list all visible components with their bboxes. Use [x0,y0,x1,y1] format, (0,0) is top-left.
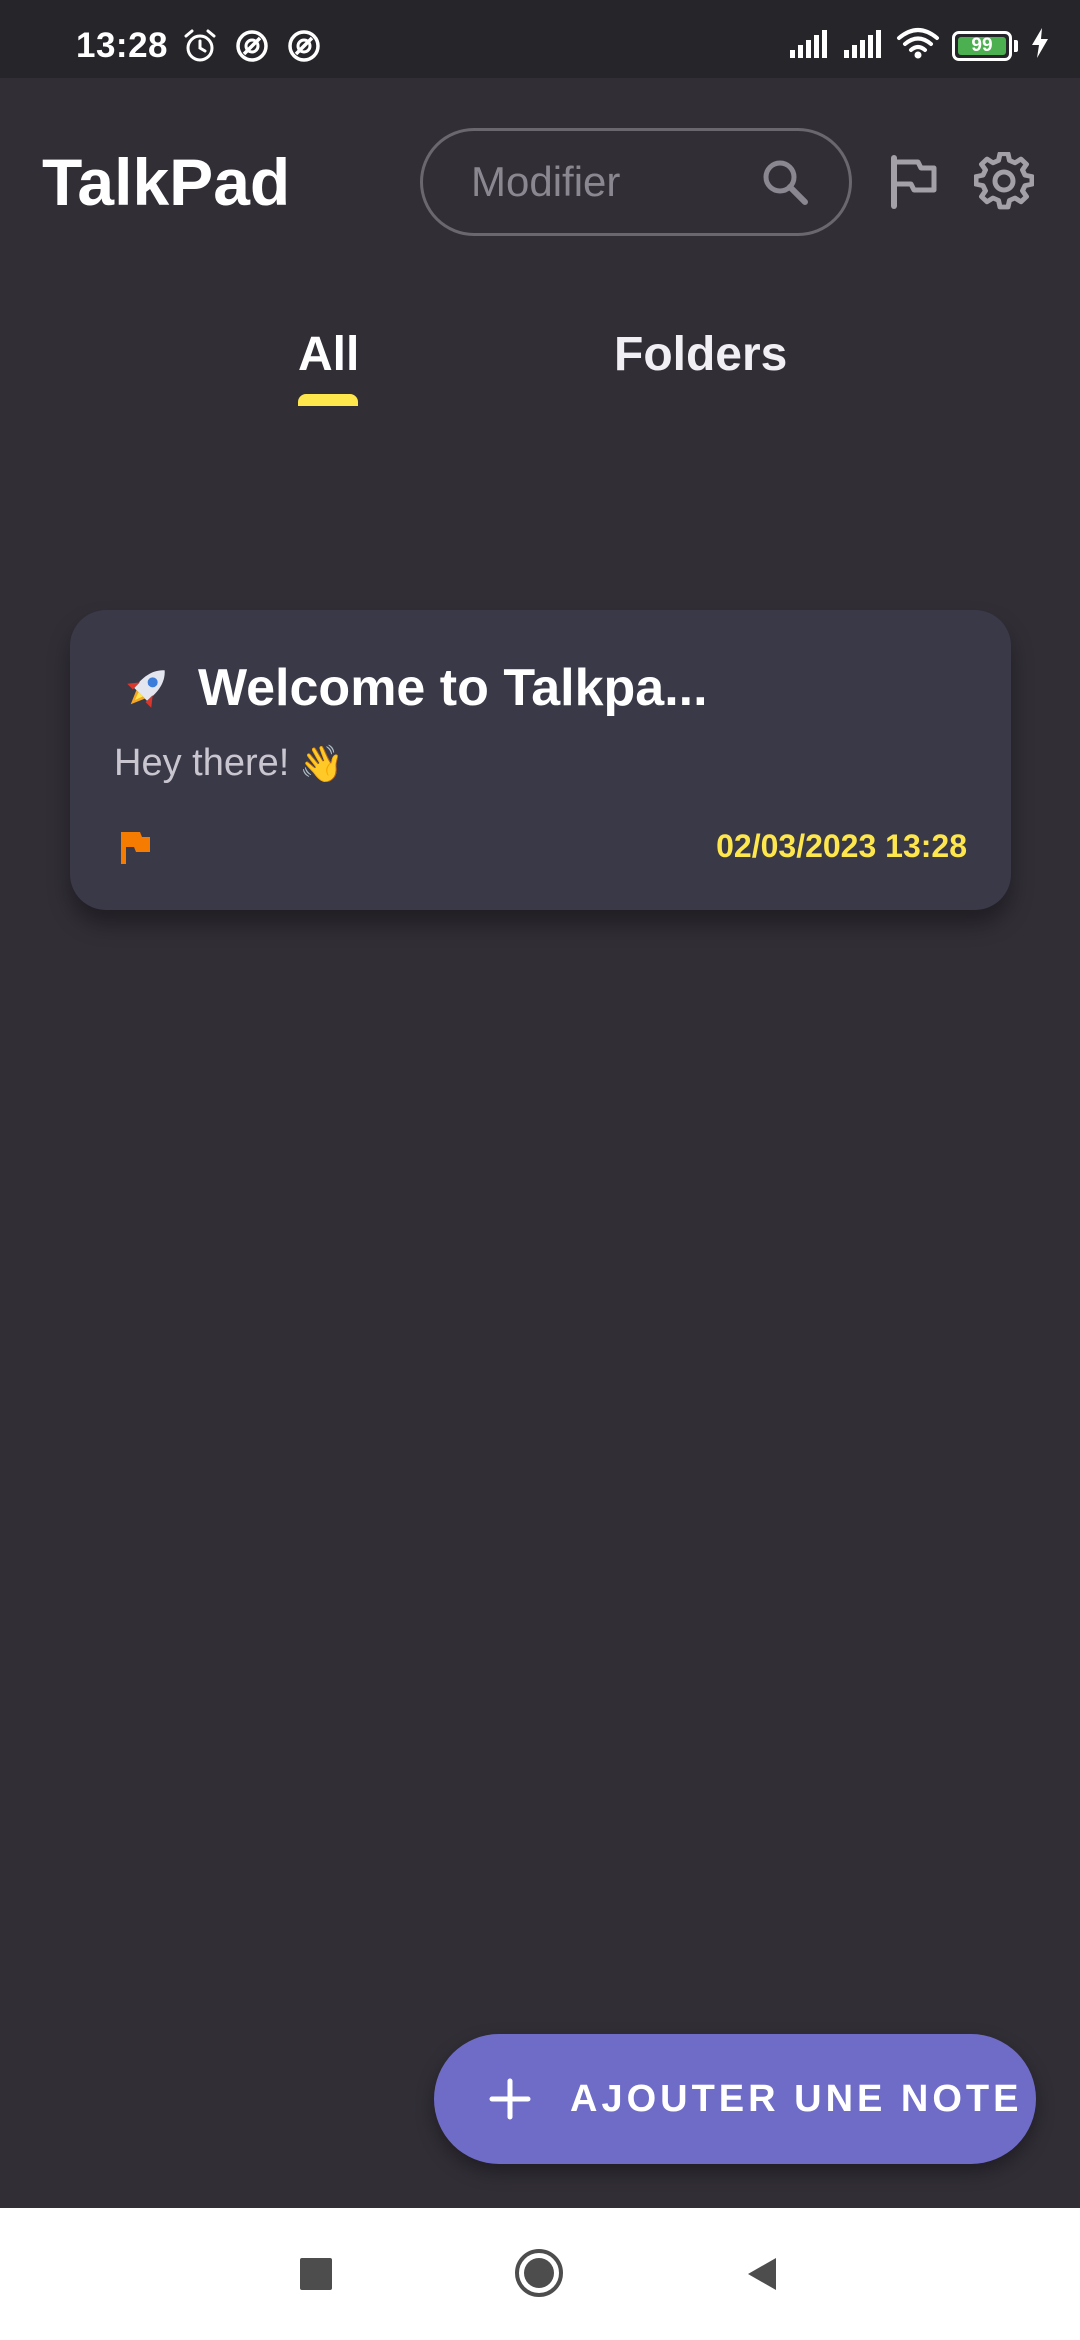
alarm-icon [182,28,218,64]
add-note-label: AJOUTER UNE NOTE [570,2077,1023,2120]
status-time: 13:28 [76,26,169,65]
gear-icon [973,151,1035,216]
status-bar: 13:28 99 [0,0,1080,78]
wifi-icon [896,26,940,65]
battery-level: 99 [971,34,993,56]
note-preview-row: Hey there! 👋 [114,742,344,785]
settings-button[interactable] [973,151,1035,212]
tab-folders[interactable]: Folders [614,326,787,384]
note-title: Welcome to Talkpa... [198,659,708,717]
plus-icon [488,2077,570,2121]
search-input[interactable] [469,157,759,207]
system-nav-bar [0,2208,1080,2340]
note-card[interactable]: Welcome to Talkpa... Hey there! 👋 02/03/… [70,610,1011,910]
do-not-disturb-icon [234,28,270,64]
waving-hand-icon: 👋 [299,742,345,784]
charging-icon [1030,27,1050,64]
battery-icon: 99 [952,30,1018,61]
rocket-icon [118,659,176,717]
search-box[interactable] [420,128,852,236]
note-date: 02/03/2023 13:28 [716,828,967,864]
add-note-button[interactable]: AJOUTER UNE NOTE [434,2034,1036,2164]
signal-icon [788,28,830,63]
signal-icon [842,28,884,63]
tab-all[interactable]: All [298,326,359,384]
flag-icon [118,828,152,871]
status-system-icons: 99 [788,26,1050,65]
note-title-row: Welcome to Talkpa... [118,658,708,718]
status-notification-icons [182,28,322,64]
flag-icon [884,155,944,216]
recents-button[interactable] [300,2258,332,2290]
active-tab-indicator [298,394,358,406]
do-not-disturb-icon [286,28,322,64]
app-title: TalkPad [42,145,291,219]
flag-filter-button[interactable] [884,152,944,212]
search-icon[interactable] [759,156,811,208]
back-button[interactable] [742,2254,782,2294]
home-button[interactable] [514,2248,564,2298]
note-preview: Hey there! [114,742,290,784]
